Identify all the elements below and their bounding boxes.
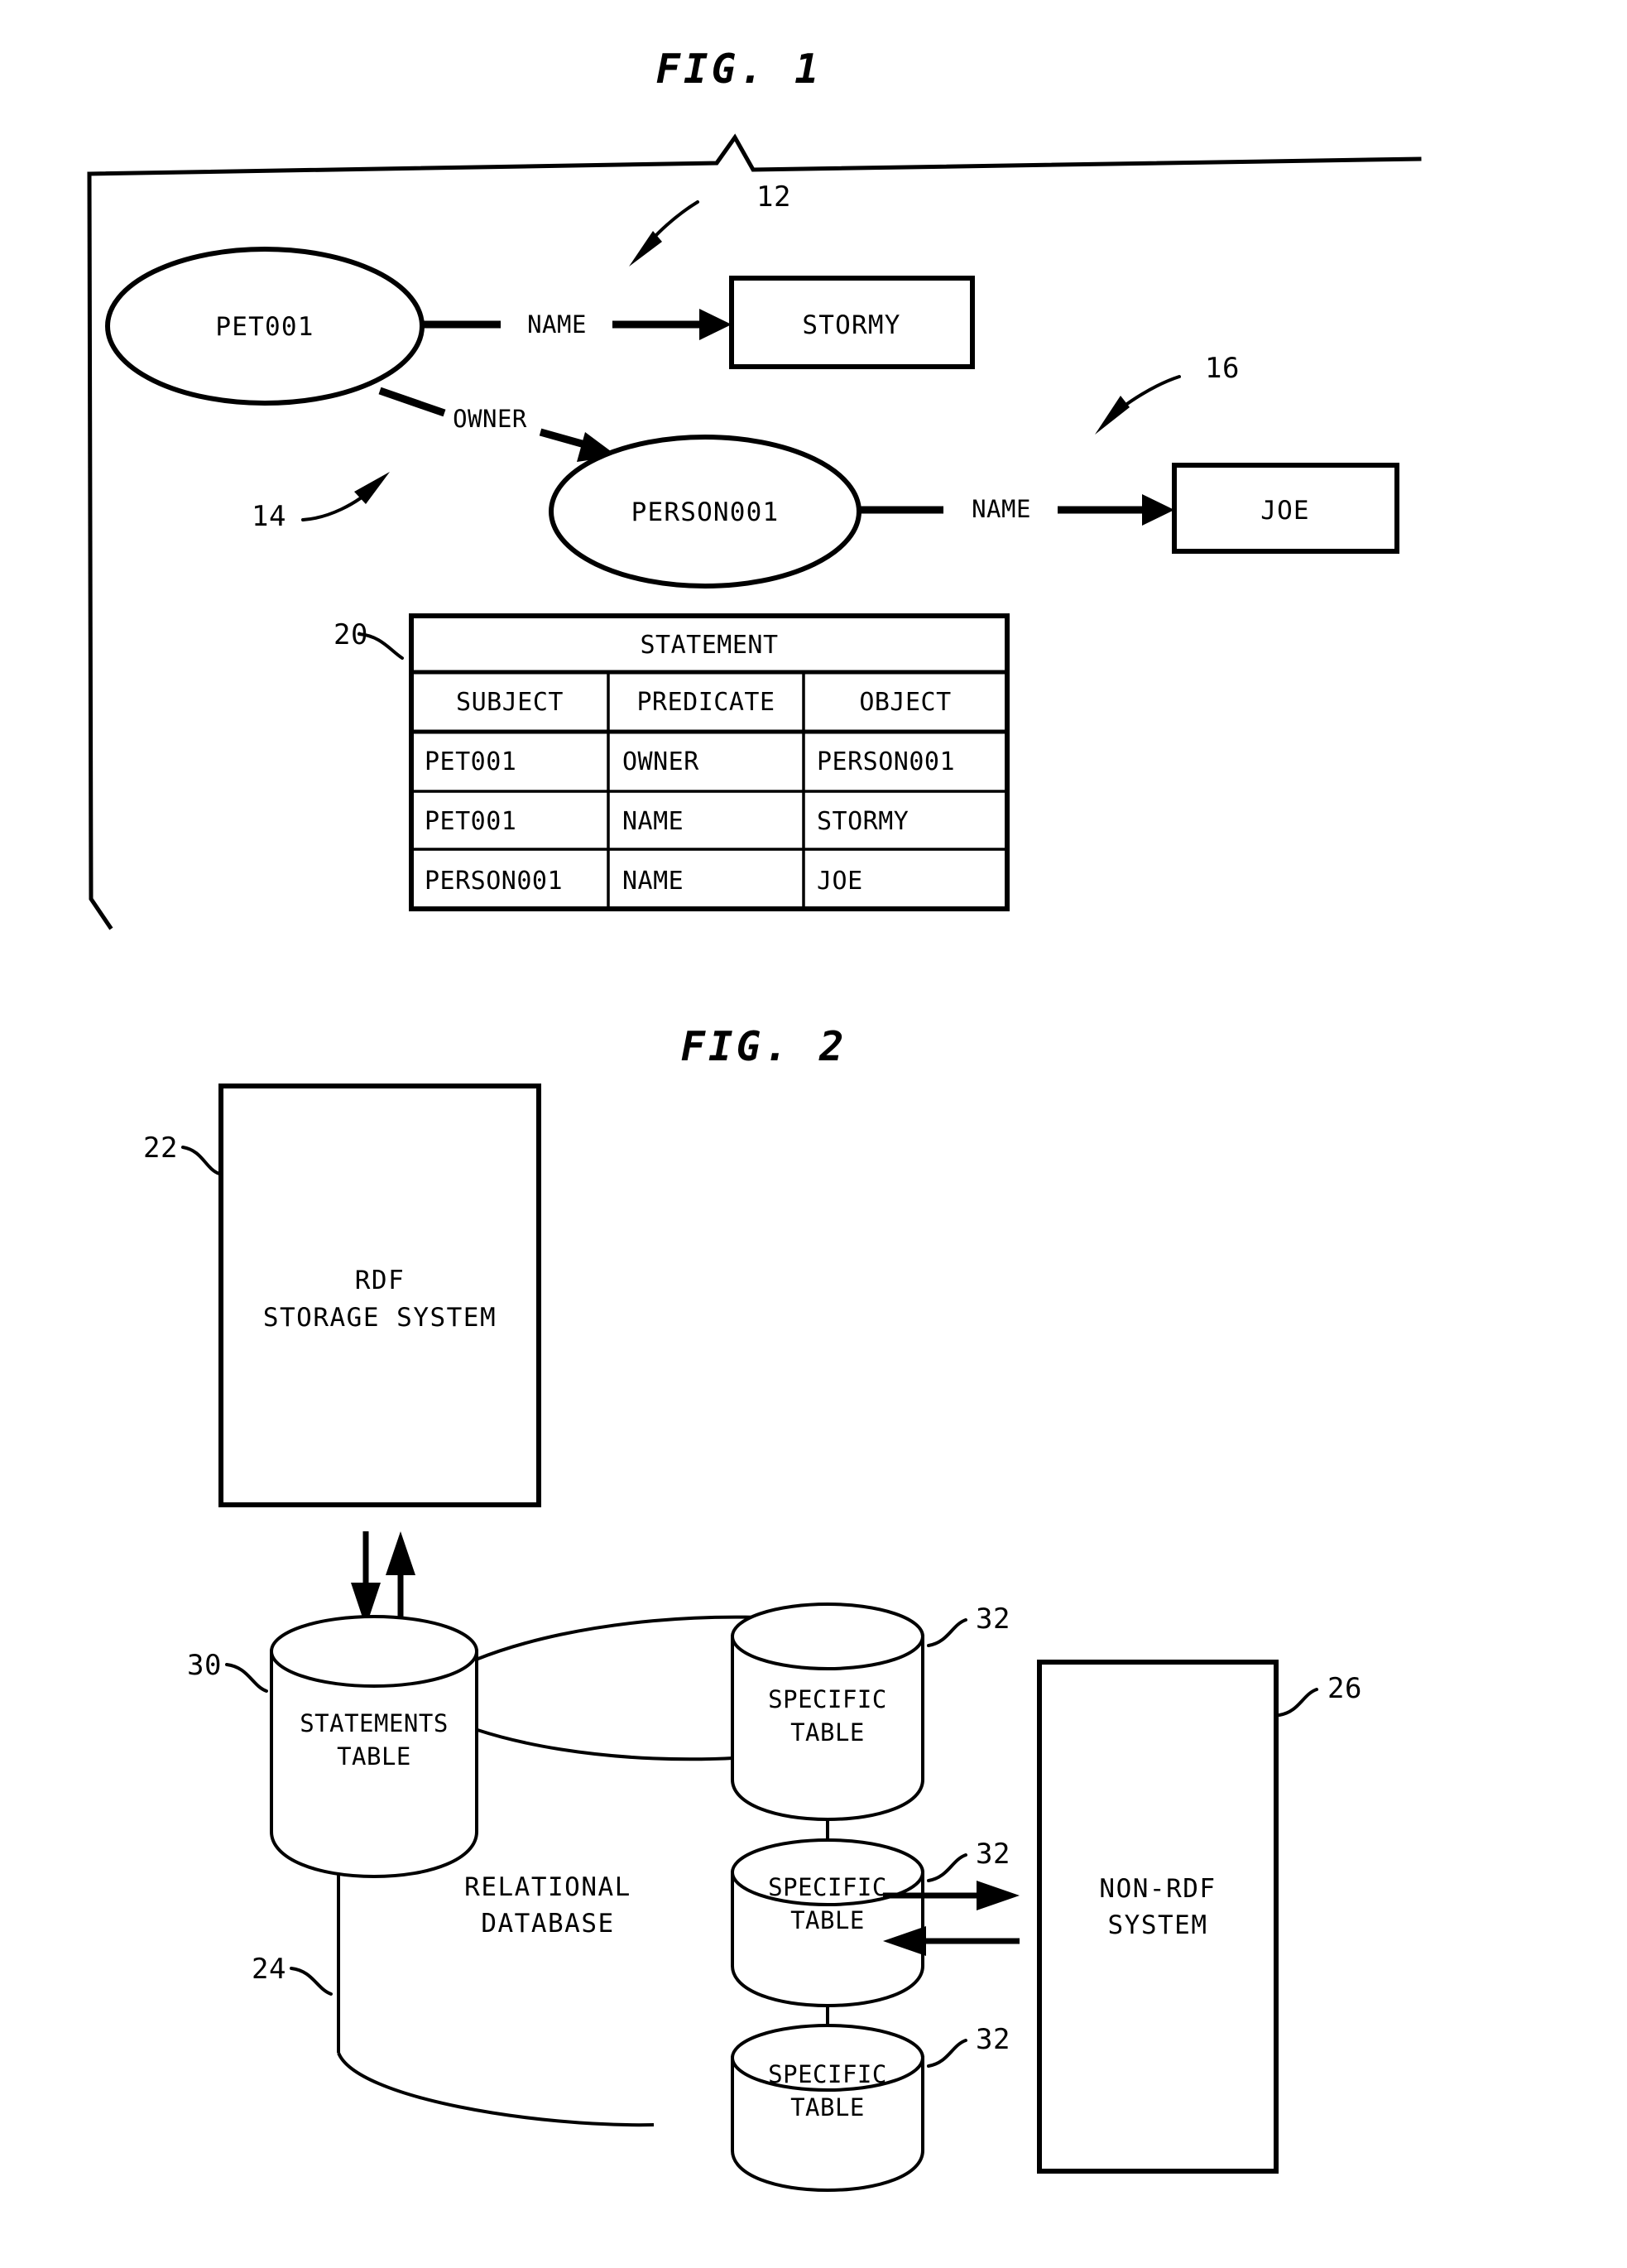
cell-object-2: STORMY [817, 807, 909, 836]
node-pet001-label: PET001 [215, 312, 314, 342]
node-person001: PERSON001 [549, 435, 861, 589]
callout-24-label: 24 [252, 1953, 286, 1986]
node-stormy: STORMY [729, 276, 975, 369]
callout-20: 20 [334, 618, 404, 660]
cell-object-3: JOE [817, 867, 863, 896]
cylinder-specific-table-1: SPECIFIC TABLE [731, 1602, 924, 1822]
cylinder-specific-1-line-2: TABLE [790, 1718, 865, 1747]
table-row: PET001 OWNER PERSON001 [425, 747, 955, 776]
table-row: PET001 NAME STORMY [425, 807, 909, 836]
edge-pet001-owner-person001: OWNER [378, 387, 617, 462]
cylinder-specific-3-line-2: TABLE [790, 2093, 865, 2121]
edge-person001-name-joe: NAME [858, 494, 1174, 526]
callout-20-label: 20 [334, 618, 368, 651]
relational-database-label: RELATIONAL DATABASE [464, 1872, 631, 1939]
cell-predicate-2: NAME [622, 807, 684, 836]
cell-object-1: PERSON001 [817, 747, 955, 776]
edge-label-name-1: NAME [527, 310, 587, 339]
callout-14-label: 14 [252, 500, 286, 533]
db-label-line-1: RELATIONAL [464, 1872, 631, 1902]
node-joe: JOE [1172, 463, 1399, 554]
connector-rdf-db-up [386, 1531, 415, 1627]
patent-figure-page: FIG. 1 12 16 14 PET001 NAME STORMY OWNER… [0, 0, 1627, 2268]
callout-26: 26 [1278, 1672, 1362, 1717]
figures-canvas: FIG. 1 12 16 14 PET001 NAME STORMY OWNER… [87, 46, 1422, 2193]
cylinder-specific-2-line-2: TABLE [790, 1906, 865, 1934]
cylinder-statements-line-2: TABLE [337, 1742, 411, 1771]
cylinder-specific-2-line-1: SPECIFIC [768, 1873, 887, 1901]
cylinder-statements-line-1: STATEMENTS [300, 1709, 449, 1737]
cell-subject-3: PERSON001 [425, 867, 563, 896]
callout-32-c-label: 32 [976, 2023, 1010, 2056]
callout-12-label: 12 [756, 180, 791, 214]
node-joe-label: JOE [1260, 496, 1310, 526]
statement-table-col-predicate: PREDICATE [636, 688, 775, 717]
node-person001-label: PERSON001 [631, 497, 780, 527]
db-label-line-2: DATABASE [481, 1909, 614, 1939]
node-pet001: PET001 [105, 247, 425, 406]
callout-14: 14 [252, 472, 390, 533]
block-rdf-line-2: STORAGE SYSTEM [263, 1303, 497, 1333]
block-nonrdf-line-1: NON-RDF [1099, 1874, 1216, 1904]
edge-label-owner: OWNER [453, 405, 527, 433]
block-rdf-storage-system: RDF STORAGE SYSTEM [218, 1084, 541, 1507]
statement-table: STATEMENT SUBJECT PREDICATE OBJECT PET00… [409, 613, 1010, 911]
callout-30-label: 30 [187, 1649, 222, 1682]
cylinder-specific-table-3: SPECIFIC TABLE [731, 2024, 924, 2193]
cell-predicate-1: OWNER [622, 747, 699, 776]
statement-table-caption: STATEMENT [640, 631, 778, 660]
fig2-title: FIG. 2 [680, 1023, 847, 1070]
cell-subject-1: PET001 [425, 747, 516, 776]
callout-24: 24 [252, 1953, 333, 1996]
cylinder-specific-3-line-1: SPECIFIC [768, 2060, 887, 2088]
cell-predicate-3: NAME [622, 867, 684, 896]
callout-30: 30 [187, 1649, 268, 1693]
cylinder-specific-table-2: SPECIFIC TABLE [731, 1838, 924, 2008]
callout-32-a-label: 32 [976, 1602, 1010, 1636]
callout-26-label: 26 [1327, 1672, 1362, 1705]
block-nonrdf-line-2: SYSTEM [1108, 1910, 1208, 1940]
callout-32-c: 32 [927, 2023, 1010, 2068]
callout-16: 16 [1095, 352, 1240, 435]
connector-rdf-db-down [351, 1531, 381, 1627]
cell-subject-2: PET001 [425, 807, 516, 836]
callout-32-b: 32 [927, 1838, 1010, 1882]
cylinder-specific-1-line-1: SPECIFIC [768, 1685, 887, 1713]
figure-1: FIG. 1 12 16 14 PET001 NAME STORMY OWNER… [87, 46, 1422, 930]
statement-table-col-object: OBJECT [859, 688, 951, 717]
cylinder-statements-table: STATEMENTS TABLE [270, 1615, 478, 1879]
edge-label-name-2: NAME [972, 495, 1031, 523]
callout-12: 12 [629, 180, 791, 267]
block-rdf-line-1: RDF [355, 1266, 406, 1295]
statement-table-col-subject: SUBJECT [456, 688, 564, 717]
block-non-rdf-system: NON-RDF SYSTEM [1037, 1660, 1279, 2174]
callout-22: 22 [143, 1132, 221, 1175]
figure-2: FIG. 2 22 RDF STORAGE SYSTEM 30 STATEMEN… [143, 1023, 1362, 2193]
node-stormy-label: STORMY [802, 310, 900, 340]
fig1-title: FIG. 1 [655, 46, 822, 93]
callout-32-b-label: 32 [976, 1838, 1010, 1871]
edge-pet001-name-stormy: NAME [421, 309, 732, 340]
callout-16-label: 16 [1205, 352, 1240, 385]
callout-32-a: 32 [927, 1602, 1010, 1647]
callout-22-label: 22 [143, 1132, 178, 1165]
